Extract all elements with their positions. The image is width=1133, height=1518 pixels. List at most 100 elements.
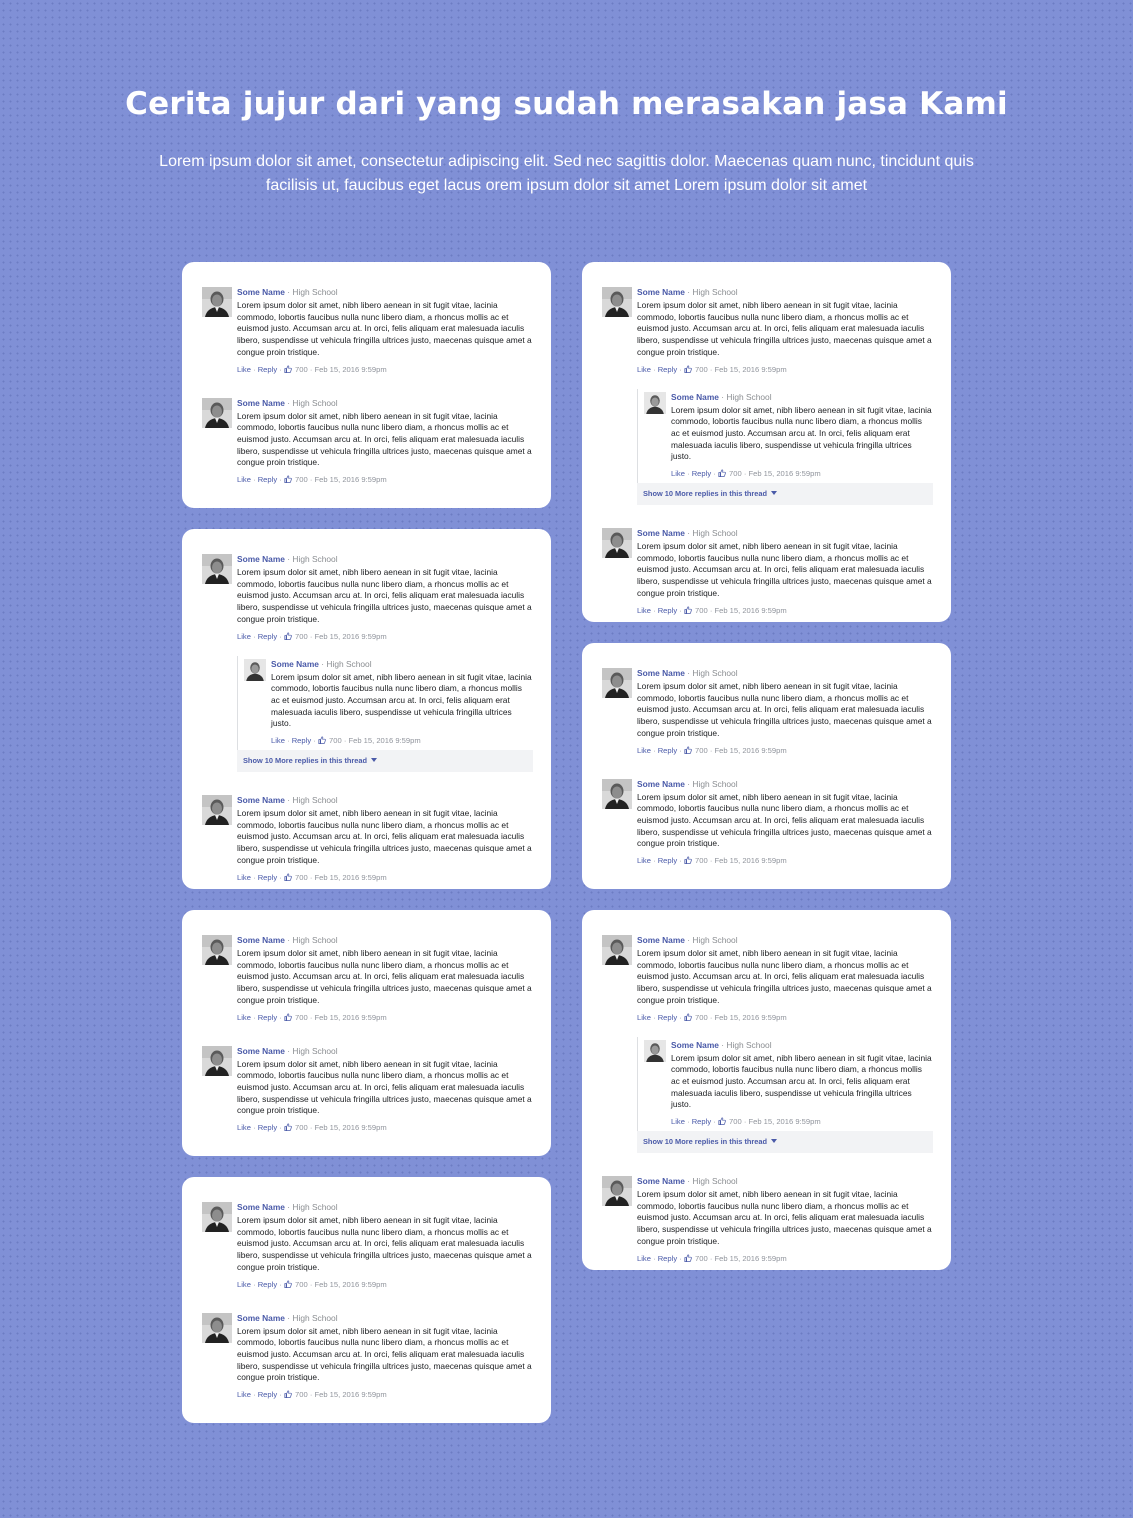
comment-date[interactable]: Feb 15, 2016 9:59pm <box>714 606 786 615</box>
avatar[interactable] <box>202 1202 232 1232</box>
like-link[interactable]: Like <box>671 1117 685 1126</box>
comment-date[interactable]: Feb 15, 2016 9:59pm <box>714 365 786 374</box>
reply-date[interactable]: Feb 15, 2016 9:59pm <box>748 1117 820 1126</box>
avatar[interactable] <box>602 1176 632 1207</box>
comment-date[interactable]: Feb 15, 2016 9:59pm <box>314 1013 386 1022</box>
like-link[interactable]: Like <box>637 746 651 755</box>
comment-date[interactable]: Feb 15, 2016 9:59pm <box>314 1123 386 1132</box>
avatar[interactable] <box>602 668 632 698</box>
like-link[interactable]: Like <box>237 1390 251 1399</box>
reply-link[interactable]: Reply <box>258 632 277 641</box>
comment-actions: Like · Reply · 700 · Feb 15, 2016 9:59pm <box>237 872 387 882</box>
comment: Some Name · High School Lorem ipsum dolo… <box>602 778 933 867</box>
comment-date[interactable]: Feb 15, 2016 9:59pm <box>314 873 386 882</box>
reply-link[interactable]: Reply <box>258 1123 277 1132</box>
reply-link[interactable]: Reply <box>258 1013 277 1022</box>
reply-link[interactable]: Reply <box>258 475 277 484</box>
avatar[interactable] <box>202 554 232 584</box>
author-name[interactable]: Some Name <box>237 935 285 945</box>
like-link[interactable]: Like <box>637 856 651 865</box>
like-link[interactable]: Like <box>271 736 285 745</box>
show-more-label[interactable]: Show 10 More replies in this thread <box>643 1137 767 1146</box>
comment-actions: Like · Reply · 700 · Feb 15, 2016 9:59pm <box>237 1279 387 1289</box>
reply-link[interactable]: Reply <box>658 856 677 865</box>
author-name[interactable]: Some Name <box>237 554 285 564</box>
author-name[interactable]: Some Name <box>237 398 285 408</box>
author-name[interactable]: Some Name <box>271 659 319 669</box>
reply-link[interactable]: Reply <box>692 469 711 478</box>
like-link[interactable]: Like <box>637 1254 651 1263</box>
reply-link[interactable]: Reply <box>658 746 677 755</box>
reply-link[interactable]: Reply <box>658 365 677 374</box>
avatar[interactable] <box>202 795 232 826</box>
avatar[interactable] <box>602 528 632 559</box>
reply-link[interactable]: Reply <box>258 1390 277 1399</box>
show-more-replies-button[interactable]: Show 10 More replies in this thread <box>237 750 533 773</box>
reply-link[interactable]: Reply <box>258 873 277 882</box>
show-more-label[interactable]: Show 10 More replies in this thread <box>643 489 767 498</box>
show-more-replies-button[interactable]: Show 10 More replies in this thread <box>637 483 933 506</box>
user-photo-icon <box>602 935 632 965</box>
like-count: 700 <box>295 364 308 374</box>
like-link[interactable]: Like <box>237 1013 251 1022</box>
comment-date[interactable]: Feb 15, 2016 9:59pm <box>714 746 786 755</box>
reply-link[interactable]: Reply <box>692 1117 711 1126</box>
like-link[interactable]: Like <box>671 469 685 478</box>
author-name[interactable]: Some Name <box>637 779 685 789</box>
author-name[interactable]: Some Name <box>637 935 685 945</box>
reply-link[interactable]: Reply <box>292 736 311 745</box>
avatar[interactable] <box>202 935 232 965</box>
comment-date[interactable]: Feb 15, 2016 9:59pm <box>314 475 386 484</box>
comment-actions: Like · Reply · 700 · Feb 15, 2016 9:59pm <box>237 631 387 641</box>
author-name[interactable]: Some Name <box>637 1176 685 1186</box>
author-name[interactable]: Some Name <box>237 1202 285 1212</box>
comment-date[interactable]: Feb 15, 2016 9:59pm <box>314 632 386 641</box>
comment-date[interactable]: Feb 15, 2016 9:59pm <box>714 1013 786 1022</box>
author-name[interactable]: Some Name <box>237 1046 285 1056</box>
avatar[interactable] <box>244 658 266 681</box>
author-name[interactable]: Some Name <box>671 392 719 402</box>
avatar[interactable] <box>602 287 632 317</box>
comment-text: Lorem ipsum dolor sit amet, nibh libero … <box>637 948 932 1005</box>
reply-link[interactable]: Reply <box>658 1254 677 1263</box>
like-link[interactable]: Like <box>237 475 251 484</box>
show-more-replies-button[interactable]: Show 10 More replies in this thread <box>637 1131 933 1154</box>
avatar[interactable] <box>202 287 232 317</box>
avatar[interactable] <box>644 391 666 414</box>
reply-link[interactable]: Reply <box>658 606 677 615</box>
like-link[interactable]: Like <box>637 365 651 374</box>
like-link[interactable]: Like <box>237 1280 251 1289</box>
author-name[interactable]: Some Name <box>637 528 685 538</box>
comment-date[interactable]: Feb 15, 2016 9:59pm <box>314 1280 386 1289</box>
comment-date[interactable]: Feb 15, 2016 9:59pm <box>314 1390 386 1399</box>
comment-date[interactable]: Feb 15, 2016 9:59pm <box>714 856 786 865</box>
like-link[interactable]: Like <box>237 1123 251 1132</box>
like-link[interactable]: Like <box>237 365 251 374</box>
like-link[interactable]: Like <box>637 1013 651 1022</box>
comment-date[interactable]: Feb 15, 2016 9:59pm <box>314 365 386 374</box>
like-link[interactable]: Like <box>237 632 251 641</box>
like-link[interactable]: Like <box>637 606 651 615</box>
author-name[interactable]: Some Name <box>237 287 285 297</box>
author-name[interactable]: Some Name <box>637 668 685 678</box>
comment: Some Name · High School Lorem ipsum dolo… <box>202 553 533 642</box>
reply-date[interactable]: Feb 15, 2016 9:59pm <box>748 469 820 478</box>
author-name[interactable]: Some Name <box>671 1040 719 1050</box>
reply-link[interactable]: Reply <box>258 1280 277 1289</box>
like-link[interactable]: Like <box>237 873 251 882</box>
reply-link[interactable]: Reply <box>658 1013 677 1022</box>
comment-date[interactable]: Feb 15, 2016 9:59pm <box>714 1254 786 1263</box>
avatar[interactable] <box>202 397 232 428</box>
author-name[interactable]: Some Name <box>637 287 685 297</box>
author-name[interactable]: Some Name <box>237 1313 285 1323</box>
author-name[interactable]: Some Name <box>237 795 285 805</box>
avatar[interactable] <box>602 935 632 965</box>
avatar[interactable] <box>602 778 632 809</box>
avatar[interactable] <box>202 1045 232 1076</box>
avatar[interactable] <box>644 1039 666 1062</box>
reply-link[interactable]: Reply <box>258 365 277 374</box>
reply-text: Lorem ipsum dolor sit amet, nibh libero … <box>271 671 532 729</box>
reply-date[interactable]: Feb 15, 2016 9:59pm <box>348 736 420 745</box>
show-more-label[interactable]: Show 10 More replies in this thread <box>243 756 367 765</box>
avatar[interactable] <box>202 1312 232 1343</box>
